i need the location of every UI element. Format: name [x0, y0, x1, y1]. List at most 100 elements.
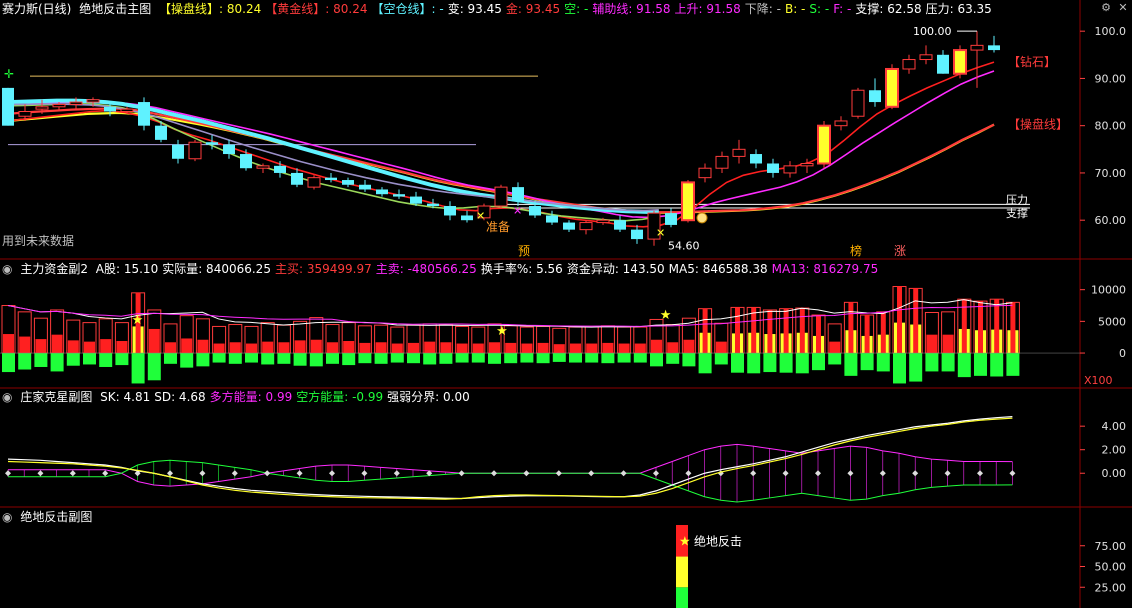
operate-line-label: 【操盘线】 [1008, 117, 1068, 132]
candle-body-bear [104, 106, 116, 112]
fund-main-sell-bar [277, 353, 291, 364]
panel4-header: ◉ 绝地反击副图 [2, 509, 96, 525]
fund-main-sell-bar [666, 353, 680, 364]
support-label: 支撑 [1006, 206, 1028, 220]
fund-stripe [880, 311, 886, 354]
zero-diamond [782, 470, 789, 477]
zero-diamond [620, 470, 627, 477]
fund-main-buy-bar [181, 338, 193, 354]
candle-body-bull [902, 59, 916, 70]
fund-main-buy-bar [537, 342, 549, 354]
fund-main-sell-bar [536, 353, 550, 364]
fund-stripe [799, 308, 805, 354]
candle-body-bear [461, 215, 473, 221]
fund-main-buy-bar [51, 334, 63, 354]
chevron-down-icon[interactable]: ◉ [2, 262, 12, 276]
zero-diamond [458, 470, 465, 477]
fund-main-sell-bar [974, 353, 987, 376]
fund-main-sell-bar [860, 353, 874, 371]
fund-main-buy-bar [570, 343, 581, 354]
candle-body-bull [35, 106, 49, 110]
candle-body-bear [223, 144, 235, 155]
banker-indicator-value-2: 多方能量: 0.99 [209, 390, 293, 404]
candle-body-bear [988, 45, 1000, 51]
close-icon[interactable]: ✕ [1117, 2, 1129, 14]
fund-main-sell-bar [83, 353, 96, 365]
main-indicator-value-9: B: - [784, 2, 806, 16]
zero-diamond [912, 470, 919, 477]
counterattack-indicator-name[interactable]: 绝地反击副图 [20, 510, 92, 524]
main-indicator-value-12: 支撑: 62.58 [855, 2, 922, 16]
candle-body-bull [86, 99, 100, 103]
fund-indicator-values: A股: 15.10 实际量: 840066.25 主买: 359499.97 主卖: … [96, 262, 882, 276]
fund-main-buy-bar [683, 339, 695, 354]
fund-main-buy-bar [229, 342, 241, 354]
fund-indicator-value-2: 主买: 359499.97 [274, 262, 372, 276]
fund-main-sell-bar [18, 353, 32, 370]
pressure-label: 压力 [1006, 193, 1028, 206]
candle-body-bear [563, 222, 575, 230]
candle-body-bull-yellow [953, 49, 967, 75]
candle-body-bear [444, 206, 456, 216]
y-tick-label: 4.00 [1102, 420, 1127, 433]
main-indicator-value-2: 【空仓线】: - [371, 2, 444, 16]
settings-icon[interactable]: ⚙ [1100, 2, 1112, 14]
fund-main-sell-bar [1006, 353, 1020, 376]
candle-body-bull [970, 44, 984, 51]
fund-indicator-name[interactable]: 主力资金副2 [20, 262, 88, 276]
fund-main-sell-bar [2, 353, 15, 373]
candle-body-bear [614, 220, 626, 230]
signal-label: 绝地反击 [694, 534, 742, 549]
fund-main-sell-bar [293, 353, 307, 366]
candle-body-bull [69, 101, 83, 105]
candle-body-bear [750, 154, 762, 164]
candle-body-bull [307, 177, 321, 188]
fund-main-sell-bar [893, 353, 906, 384]
fund-main-sell-bar [812, 353, 825, 371]
fund-main-sell-bar [957, 353, 971, 378]
candle-body-bear [376, 189, 388, 195]
banker-indicator-value-0: SK: 4.81 [100, 390, 151, 404]
candle-body-bull [783, 165, 797, 174]
fund-main-sell-bar [261, 353, 275, 365]
fund-stripe [848, 302, 854, 354]
candle-body-bull [256, 165, 270, 169]
banker-indicator-name[interactable]: 庄家克星副图 [20, 390, 92, 404]
fund-stripe [735, 307, 740, 354]
fund-stripe [1010, 302, 1016, 354]
price-axis: 100.0 90.00 80.00 70.00 60.00 10000 5000 0 4.00 2… [1080, 25, 1126, 594]
fund-main-sell-bar [131, 353, 145, 384]
candle-body-bear [427, 203, 439, 207]
zero-diamond [329, 470, 335, 477]
fund-main-buy-bar [505, 342, 517, 354]
fund-main-sell-bar [99, 353, 113, 367]
main-indicator-value-6: 辅助线: 91.58 [592, 2, 671, 16]
chevron-down-icon[interactable]: ◉ [2, 390, 12, 404]
fund-main-sell-bar [828, 353, 842, 365]
candle-body-bull [188, 141, 202, 160]
candle-body-bull-yellow [885, 67, 899, 108]
fund-main-sell-bar [374, 353, 388, 364]
fund-main-buy-bar [310, 339, 322, 354]
candle-body-bull [494, 186, 508, 207]
chevron-down-icon[interactable]: ◉ [2, 510, 12, 524]
stock-name[interactable]: 赛力斯(日线) [2, 2, 71, 16]
main-indicator-value-13: 压力: 63.35 [925, 2, 992, 16]
zero-diamond [847, 470, 854, 477]
fund-main-buy-bar [3, 334, 14, 354]
fund-main-sell-bar [342, 353, 356, 366]
main-indicator-name[interactable]: 绝地反击主图 [79, 2, 151, 16]
banker-indicator-value-1: SD: 4.68 [154, 390, 206, 404]
banker-nemesis-panel [5, 416, 1016, 503]
fund-main-buy-bar [116, 341, 128, 354]
zero-diamond [37, 470, 44, 477]
fund-main-buy-bar [440, 342, 452, 354]
candle-body-bear [512, 187, 524, 202]
fund-main-buy-bar [618, 343, 630, 354]
y-tick-label: 100.0 [1095, 25, 1127, 38]
fund-indicator-value-7: MA13: 816279.75 [771, 262, 879, 276]
main-indicator-value-10: S: - [809, 2, 830, 16]
fund-main-buy-bar [327, 342, 338, 354]
fund-main-sell-bar [876, 353, 890, 372]
candle-body-bear [291, 172, 303, 185]
